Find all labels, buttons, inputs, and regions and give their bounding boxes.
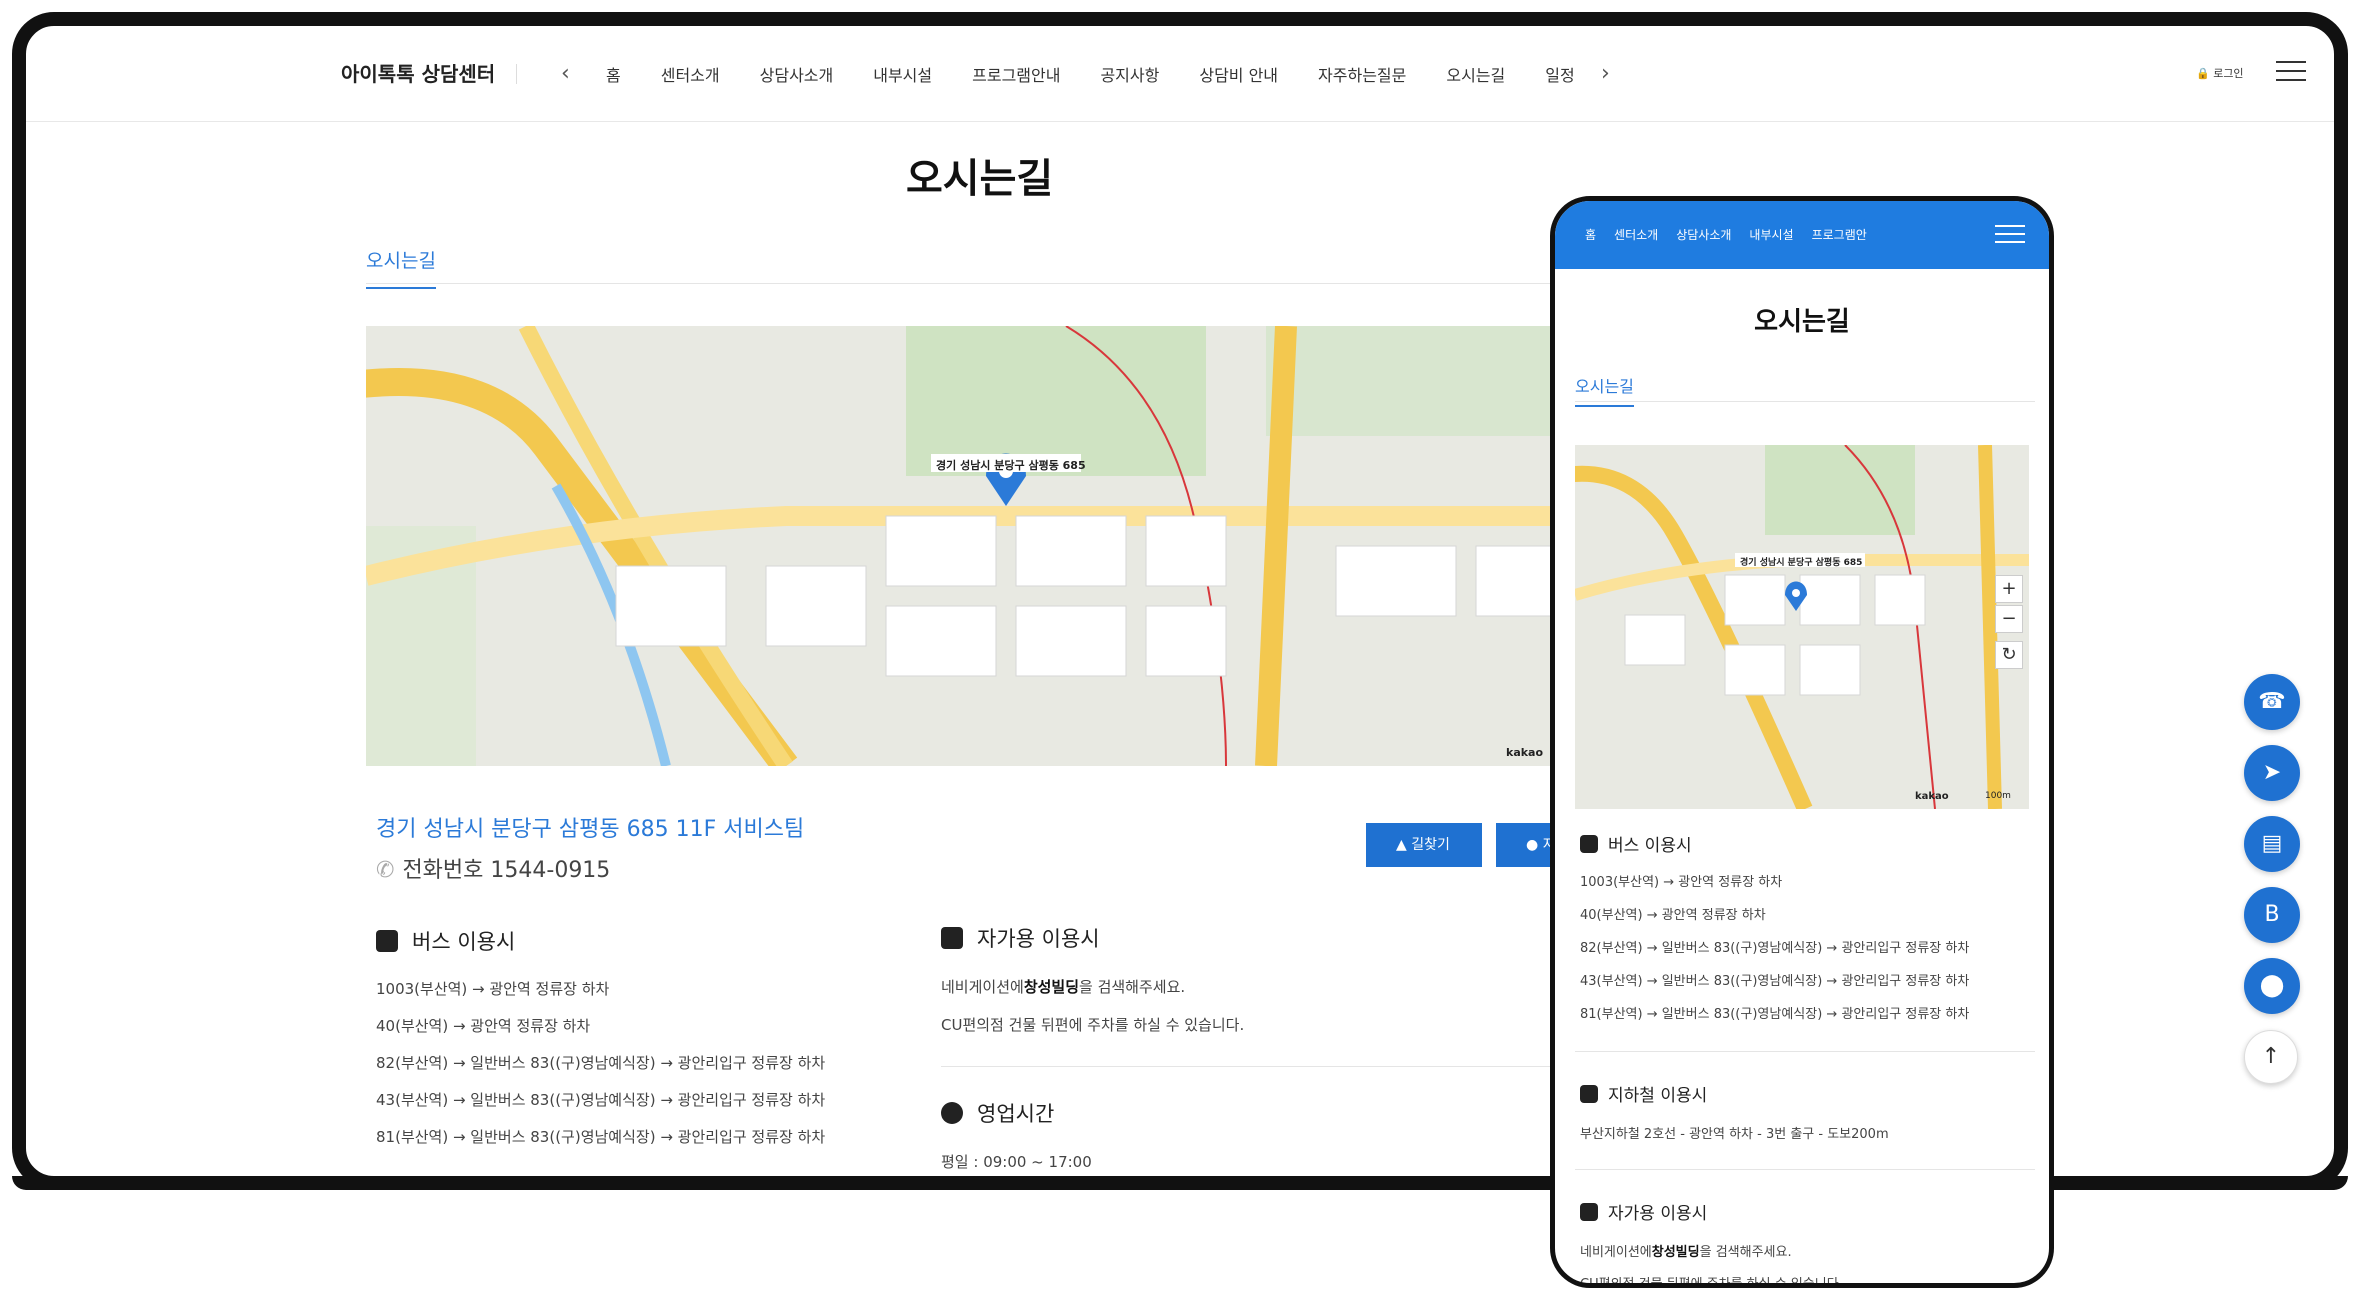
tab-divider [366,283,1596,284]
page-title: 오시는길 [906,156,1054,202]
map-scale: 100m [1985,791,2011,801]
car-parking: CU편의점 건물 뒤편에 주차를 하실 수 있습니다. [941,1016,1245,1034]
mobile-menu-icon[interactable] [1995,225,2025,245]
nav-prev-icon[interactable]: ‹ [561,26,570,122]
bus-route: 40(부산역) → 광안역 정류장 하차 [376,1017,591,1035]
mobile-bus-route: 40(부산역) → 광안역 정류장 하차 [1580,908,1766,923]
mobile-tab-divider [1575,401,2035,402]
mobile-car-parking: CU편의점 건물 뒤편에 주차를 하실 수 있습니다. [1580,1277,1843,1288]
mobile-header: 홈 센터소개 상담사소개 내부시설 프로그램안 [1555,201,2049,269]
nav-item-fees[interactable]: 상담비 안내 [1199,62,1278,86]
nav-item-schedule[interactable]: 일정 [1545,62,1574,86]
phone-icon: ✆ [376,858,395,883]
zoom-in-button[interactable]: + [1995,575,2023,603]
nav-item-counselors[interactable]: 상담사소개 [760,62,834,86]
hours-section-title: 영업시간 [941,1098,1054,1128]
main-nav: 홈 센터소개 상담사소개 내부시설 프로그램안내 공지사항 상담비 안내 자주하… [606,26,1596,122]
bus-icon [376,930,398,952]
bus-route: 82(부산역) → 일반버스 83((구)영남예식장) → 광안리입구 정류장 … [376,1054,826,1072]
mobile-map-graphic [1575,445,2029,809]
login-link[interactable]: 🔒 로그인 [2196,26,2244,122]
hours-text: 평일 : 09:00 ~ 17:00 [941,1153,1092,1171]
nav-item-notice[interactable]: 공지사항 [1100,62,1159,86]
nav-next-icon[interactable]: › [1601,26,1610,122]
site-header: 아이톡톡 상담센터 ‹ 홈 센터소개 상담사소개 내부시설 프로그램안내 공지사… [26,26,2334,122]
car-icon [1580,1202,1598,1221]
mobile-subway-title: 지하철 이용시 [1580,1081,1707,1106]
mobile-bus-route: 43(부산역) → 일반버스 83((구)영남예식장) → 광안리입구 정류장 … [1580,974,1970,989]
subway-icon [1580,1084,1598,1103]
bus-icon [1580,834,1598,853]
site-logo[interactable]: 아이톡톡 상담센터 [341,26,495,122]
mobile-bus-route: 81(부산역) → 일반버스 83((구)영남예식장) → 광안리입구 정류장 … [1580,1007,1970,1022]
car-icon [941,927,963,949]
menu-icon[interactable] [2276,61,2306,83]
hours-title: 영업시간 [977,1102,1055,1126]
phone-text: ✆ 전화번호 1544-0915 [376,852,610,884]
clock-icon [941,1102,963,1124]
nav-item-home[interactable]: 홈 [606,62,621,86]
mobile-car-title: 자가용 이용시 [1580,1199,1707,1224]
scroll-top-button[interactable]: ↑ [2244,1030,2298,1084]
bus-route: 81(부산역) → 일반버스 83((구)영남예식장) → 광안리입구 정류장 … [376,1128,826,1146]
nav-item-about[interactable]: 센터소개 [661,62,720,86]
zoom-out-button[interactable]: − [1995,605,2023,633]
address-text: 경기 성남시 분당구 삼평동 685 11F 서비스팀 [376,817,805,842]
mobile-bus-route: 82(부산역) → 일반버스 83((구)영남예식장) → 광안리입구 정류장 … [1580,941,1970,956]
mobile-divider [1575,1051,2035,1052]
mobile-nav-facilities[interactable]: 내부시설 [1749,201,1793,269]
mobile-bus-route: 1003(부산역) → 광안역 정류장 하차 [1580,875,1783,890]
car-title: 자가용 이용시 [977,927,1100,951]
blog-button[interactable]: B [2244,887,2300,943]
nav-item-facilities[interactable]: 내부시설 [873,62,932,86]
map-mobile[interactable]: 경기 성남시 분당구 삼평동 685 + − ↻ kakao 100m [1575,445,2029,809]
bus-title: 버스 이용시 [412,930,516,954]
bus-route: 43(부산역) → 일반버스 83((구)영남예식장) → 광안리입구 정류장 … [376,1091,826,1109]
mobile-car-instruction: 네비게이션에창성빌딩을 검색해주세요. [1580,1245,1792,1260]
refresh-map-button[interactable]: ↻ [1995,641,2023,669]
document-button[interactable]: ▤ [2244,816,2300,872]
mobile-divider [1575,1169,2035,1170]
nav-item-faq[interactable]: 자주하는질문 [1318,62,1406,86]
mobile-nav-home[interactable]: 홈 [1585,201,1596,269]
call-button[interactable]: ☎ [2244,674,2300,730]
mobile-bus-title: 버스 이용시 [1580,831,1692,856]
map-pin-label: 경기 성남시 분당구 삼평동 685 [936,459,1086,472]
mobile-nav-programs[interactable]: 프로그램안 [1812,201,1867,269]
mobile-frame: 홈 센터소개 상담사소개 내부시설 프로그램안 오시는길 오시는길 경기 성남시… [1550,196,2054,1288]
send-button[interactable]: ➤ [2244,745,2300,801]
bus-section-title: 버스 이용시 [376,926,515,956]
phone-number: 전화번호 1544-0915 [402,858,611,883]
mobile-nav-counselors[interactable]: 상담사소개 [1676,201,1731,269]
car-section-title: 자가용 이용시 [941,923,1100,953]
mobile-nav: 홈 센터소개 상담사소개 내부시설 프로그램안 [1585,201,1985,269]
mobile-subway-text: 부산지하철 2호선 - 광안역 하차 - 3번 출구 - 도보200m [1580,1127,1889,1142]
map-provider-logo: kakao [1506,746,1544,759]
nav-item-directions[interactable]: 오시는길 [1446,62,1505,86]
route-button-label: 길찾기 [1411,837,1450,853]
nav-divider [516,64,517,84]
map-graphic [366,326,1606,766]
route-button[interactable]: ▲ 길찾기 [1366,823,1482,867]
mobile-page-title: 오시는길 [1754,307,1850,337]
mobile-nav-about[interactable]: 센터소개 [1614,201,1658,269]
section-divider [941,1066,1581,1067]
mobile-map-provider-logo: kakao [1915,791,1949,802]
location-button[interactable]: ⬤ [2244,958,2300,1014]
bus-route: 1003(부산역) → 광안역 정류장 하차 [376,980,610,998]
mobile-map-pin-label: 경기 성남시 분당구 삼평동 685 [1740,558,1863,568]
car-instruction: 네비게이션에창성빌딩을 검색해주세요. [941,978,1186,996]
nav-item-programs[interactable]: 프로그램안내 [972,62,1060,86]
map-desktop[interactable]: 경기 성남시 분당구 삼평동 685 kakao [366,326,1606,766]
